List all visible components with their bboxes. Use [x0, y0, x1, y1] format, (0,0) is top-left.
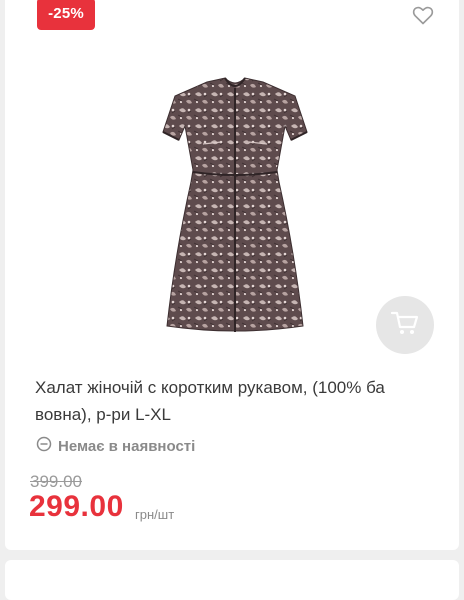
minus-circle-icon	[36, 436, 52, 456]
cart-icon	[390, 310, 420, 341]
next-product-card[interactable]	[5, 560, 459, 600]
price-unit: грн/шт	[135, 507, 175, 522]
stock-status-label: Немає в наявності	[58, 437, 196, 455]
product-image[interactable]	[145, 74, 325, 339]
product-title[interactable]: Халат жіночій с коротким рукавом, (100% …	[35, 374, 435, 428]
stock-status: Немає в наявності	[36, 436, 196, 456]
add-to-cart-button[interactable]	[376, 296, 434, 354]
discount-badge: -25%	[37, 0, 95, 30]
heart-icon[interactable]	[411, 3, 435, 27]
current-price: 299.00	[29, 490, 124, 523]
product-card[interactable]: -25%	[5, 0, 459, 550]
old-price: 399.00	[30, 472, 82, 491]
